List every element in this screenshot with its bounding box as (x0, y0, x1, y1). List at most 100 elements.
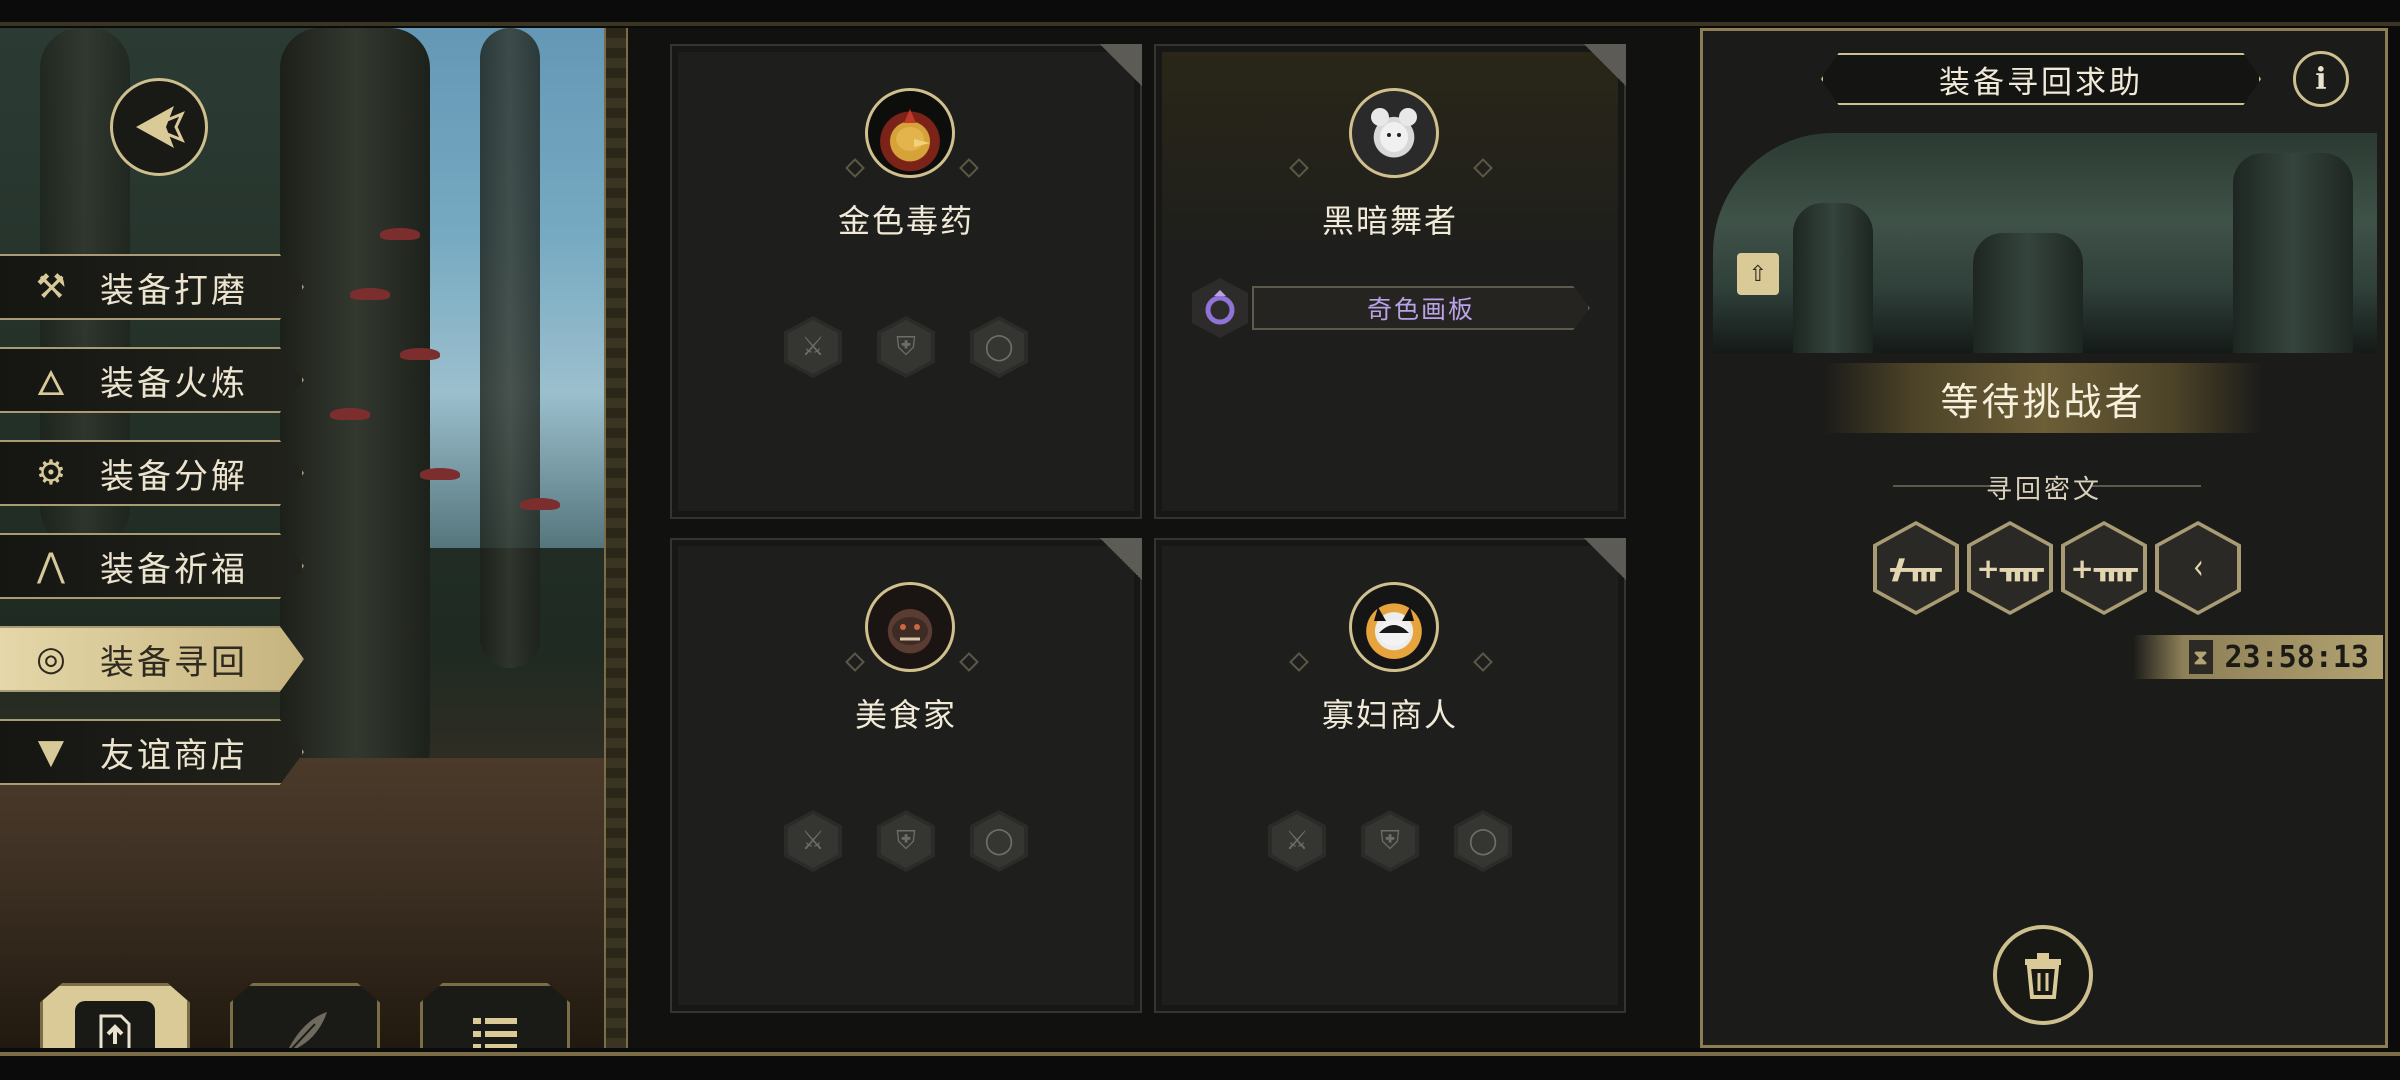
menu-item-bless[interactable]: ⋀ 装备祈福 (0, 533, 304, 599)
timer-value: 23:58:13 (2224, 639, 2370, 675)
menu-item-label: 装备寻回 (100, 642, 248, 683)
deco-diamond (1289, 158, 1309, 178)
trash-icon (2025, 953, 2061, 999)
rune-glyph: +ᚄ (1971, 525, 2049, 611)
delete-button[interactable] (1993, 925, 2093, 1025)
menu-item-label: 装备火炼 (100, 363, 248, 404)
ring-icon: ◯ (1458, 814, 1508, 868)
forest-background: ⚒ 装备打磨 🜂 装备火炼 ⚙ 装备分解 ⋀ 装备祈福 ◎ 装备寻回 ▼ 友谊商… (0, 28, 604, 1048)
equipment-slots: ⚔ ⛨ ◯ (784, 316, 1028, 378)
item-name: 奇色画板 (1252, 286, 1590, 330)
dark-beast-portrait (865, 582, 955, 672)
helper-name: 黑暗舞者 (1321, 202, 1458, 240)
armor-icon: ⛨ (1365, 814, 1415, 868)
deco-diamond (1289, 652, 1309, 672)
mushroom (380, 228, 420, 240)
deco-diamond (959, 158, 979, 178)
deco-diamond (845, 158, 865, 178)
armor-icon: ⛨ (881, 814, 931, 868)
list-icon (473, 1017, 517, 1048)
helper-name: 寡妇商人 (1321, 696, 1458, 734)
tab-feather[interactable] (230, 983, 380, 1048)
sword-icon: ⚔ (788, 320, 838, 374)
helper-name: 金色毒药 (837, 202, 974, 240)
pray-hands-icon: ⋀ (37, 546, 65, 586)
ruin-pillar (1973, 233, 2083, 353)
menu-item-label: 友谊商店 (100, 735, 248, 776)
ruin-pillar (1793, 203, 1873, 353)
bottom-frame-line (0, 1052, 2400, 1056)
rune-tile[interactable]: +ᚄ (1967, 521, 2053, 615)
fox-icon: ▼ (37, 732, 65, 772)
sword-icon: ⚔ (788, 814, 838, 868)
ornate-divider (604, 28, 628, 1048)
card-corner (1556, 538, 1626, 608)
tab-list[interactable] (420, 983, 570, 1048)
helper-card[interactable]: 美食家 ⚔ ⛨ ◯ (670, 538, 1142, 1013)
menu-item-label: 装备分解 (100, 456, 248, 497)
rune-tile[interactable]: +ᚄ (2061, 521, 2147, 615)
rune-tile[interactable]: ᚋᚃ (1873, 521, 1959, 615)
equipped-item[interactable]: 奇色画板 (1192, 278, 1592, 338)
disassemble-icon: ⚙ (35, 453, 67, 493)
mushroom (420, 468, 460, 480)
back-arrow-icon (136, 106, 185, 148)
menu-item-fire-refine[interactable]: 🜂 装备火炼 (0, 347, 304, 413)
ring-icon: ◯ (974, 814, 1024, 868)
helper-grid: 金色毒药 ⚔ ⛨ ◯ 黑暗舞者 奇色画板 美食家 ⚔ ⛨ ◯ 寡妇商人 ⚔ ⛨ … (628, 28, 1700, 1048)
rune-glyph: ᚋᚃ (1877, 525, 1955, 611)
panel-title: 装备寻回求助 (1821, 53, 2261, 105)
card-corner (1556, 44, 1626, 114)
back-button[interactable] (110, 78, 208, 176)
deco-diamond (1473, 158, 1493, 178)
upload-icon[interactable]: ⇧ (1737, 253, 1779, 295)
armor-slot[interactable]: ⛨ (877, 316, 935, 378)
golden-beak-bird-portrait (865, 88, 955, 178)
helper-card[interactable]: 黑暗舞者 奇色画板 (1154, 44, 1626, 519)
sword-slot[interactable]: ⚔ (784, 316, 842, 378)
tab-upload[interactable] (40, 983, 190, 1048)
sword-icon: ⚔ (1272, 814, 1322, 868)
armor-slot[interactable]: ⛨ (1361, 810, 1419, 872)
armor-icon: ⛨ (881, 320, 931, 374)
upload-icon (99, 1014, 131, 1048)
menu-item-label: 装备打磨 (100, 270, 248, 311)
menu-item-friend-shop[interactable]: ▼ 友谊商店 (0, 719, 304, 785)
cipher-runes: ᚋᚃ +ᚄ +ᚄ ᚲ (1873, 521, 2241, 615)
menu-item-polish[interactable]: ⚒ 装备打磨 (0, 254, 304, 320)
deco-diamond (845, 652, 865, 672)
helper-card[interactable]: 金色毒药 ⚔ ⛨ ◯ (670, 44, 1142, 519)
ring-slot[interactable]: ◯ (970, 810, 1028, 872)
black-white-cat-portrait (1349, 582, 1439, 672)
target-icon: ◎ (36, 639, 66, 679)
purple-ring-icon (1192, 278, 1248, 338)
rune-tile[interactable]: ᚲ (2155, 521, 2241, 615)
helper-name: 美食家 (854, 696, 957, 734)
menu-item-retrieve[interactable]: ◎ 装备寻回 (0, 626, 304, 692)
menu-item-disassemble[interactable]: ⚙ 装备分解 (0, 440, 304, 506)
mushroom (400, 348, 440, 360)
armor-slot[interactable]: ⛨ (877, 810, 935, 872)
countdown-timer: ⧗ 23:58:13 (2133, 635, 2383, 679)
card-corner (1072, 44, 1142, 114)
ring-icon: ◯ (974, 320, 1024, 374)
swamp-scene-image: ⇧ (1713, 133, 2377, 353)
info-button[interactable]: i (2293, 51, 2349, 107)
helper-card[interactable]: 寡妇商人 ⚔ ⛨ ◯ (1154, 538, 1626, 1013)
rune-glyph: +ᚄ (2065, 525, 2143, 611)
mushroom (520, 498, 560, 510)
hourglass-icon: ⧗ (2188, 640, 2213, 674)
deco-diamond (1473, 652, 1493, 672)
mushroom (350, 288, 390, 300)
menu-item-label: 装备祈福 (100, 549, 248, 590)
cipher-label: 寻回密文 (1985, 475, 2102, 505)
ruin-pillar (2233, 153, 2353, 353)
ring-slot[interactable]: ◯ (970, 316, 1028, 378)
sword-slot[interactable]: ⚔ (1268, 810, 1326, 872)
white-mouse-portrait (1349, 88, 1439, 178)
ring-slot[interactable]: ◯ (1454, 810, 1512, 872)
sword-slot[interactable]: ⚔ (784, 810, 842, 872)
hammer-icon: ⚒ (35, 267, 67, 307)
bottom-tabs (40, 983, 570, 1048)
mushroom (330, 408, 370, 420)
